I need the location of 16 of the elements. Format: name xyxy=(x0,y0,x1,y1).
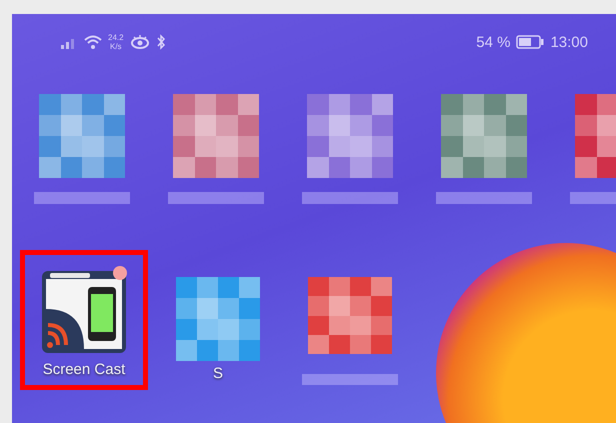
bluetooth-icon xyxy=(156,34,166,50)
clock-time: 13:00 xyxy=(550,34,588,50)
pixelated-app-icon[interactable] xyxy=(176,277,260,361)
battery-percentage: 54 % xyxy=(476,34,510,50)
pixelated-app-icon[interactable] xyxy=(441,94,527,178)
app-label: Screen Cast xyxy=(42,361,126,378)
wifi-icon xyxy=(84,34,102,50)
pixelated-app-icon[interactable] xyxy=(39,94,125,178)
pixelated-app-icon[interactable] xyxy=(173,94,259,178)
battery-icon xyxy=(516,35,544,49)
app-label: S xyxy=(212,365,223,382)
pixelated-app-icon[interactable] xyxy=(307,94,393,178)
pixelated-app-icon[interactable] xyxy=(308,277,392,354)
network-speed: 24.2 xyxy=(108,33,124,42)
eye-icon xyxy=(130,34,150,50)
network-speed-unit: K/s xyxy=(110,42,122,51)
